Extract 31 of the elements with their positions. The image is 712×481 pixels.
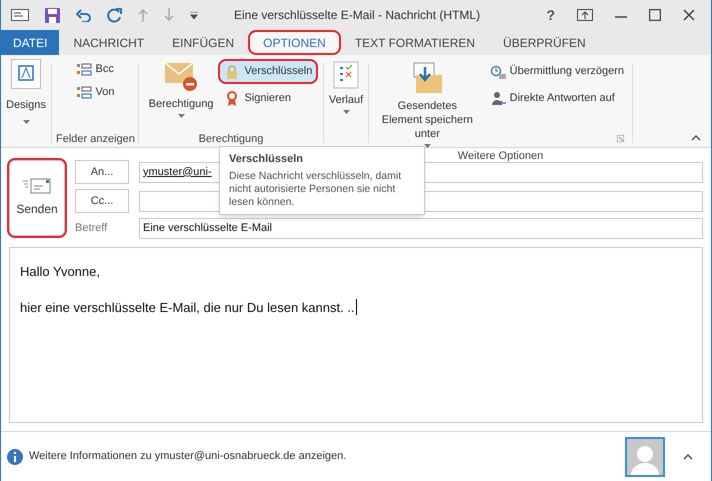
send-button[interactable]: Senden bbox=[9, 160, 65, 236]
ribbon-tab[interactable]: OPTIONEN bbox=[248, 30, 341, 55]
ribbon-button[interactable]: Verlauf bbox=[326, 59, 366, 131]
ribbon-tab[interactable]: NACHRICHT bbox=[59, 30, 158, 55]
ribbon-tab[interactable]: TEXT FORMATIEREN bbox=[340, 30, 490, 55]
body-text: hier eine verschlüsselte E-Mail, die nur Du lesen kannst. .. bbox=[20, 298, 355, 316]
address-button[interactable]: Cc... bbox=[75, 189, 129, 213]
subject-field[interactable]: Eine verschlüsselte E-Mail bbox=[139, 218, 703, 239]
group-label: Berechtigung bbox=[198, 132, 264, 147]
window-title: Eine verschlüsselte E-Mail - Nachricht (HTML) bbox=[234, 7, 480, 24]
ribbon-button[interactable]: Von bbox=[72, 82, 118, 103]
group-label: Felder anzeigen bbox=[56, 132, 134, 147]
ribbon-tab[interactable]: EINFÜGEN bbox=[158, 30, 248, 55]
ribbon-button[interactable]: Signieren bbox=[220, 88, 295, 109]
ribbon-button[interactable]: Berechtigung bbox=[146, 59, 216, 131]
status-text: Weitere Informationen zu ymuster@uni-osnabrueck.de anzeigen. bbox=[29, 449, 346, 464]
address-button[interactable]: An... bbox=[75, 160, 129, 184]
tooltip-title: Verschlüsseln bbox=[229, 152, 304, 166]
group-label: Weitere Optionen bbox=[456, 149, 544, 164]
help-button[interactable]: ? bbox=[546, 4, 555, 26]
message-body[interactable]: Hallo Yvonne, hier eine verschlüsselte E-Mail, die nur Du lesen kannst. .. bbox=[9, 247, 703, 423]
ribbon-button[interactable]: Direkte Antworten auf bbox=[486, 88, 619, 109]
ribbon-tab[interactable]: ÜBERPRÜFEN bbox=[489, 30, 600, 55]
ribbon-button[interactable]: Bcc bbox=[72, 59, 118, 80]
designs-button[interactable]: Designs bbox=[6, 59, 46, 124]
subject-label: Betreff bbox=[75, 221, 108, 236]
tooltip-text: Diese Nachricht verschlüsseln, damit nicht autorisierte Personen sie nicht lesen können. bbox=[229, 170, 402, 209]
ribbon-button[interactable]: Übermittlung verzögern bbox=[486, 61, 628, 82]
ribbon-button[interactable]: Verschlüsseln bbox=[220, 61, 316, 82]
ribbon-tab[interactable]: DATEI bbox=[1, 30, 60, 55]
body-text: Hallo Yvonne, bbox=[20, 263, 100, 281]
